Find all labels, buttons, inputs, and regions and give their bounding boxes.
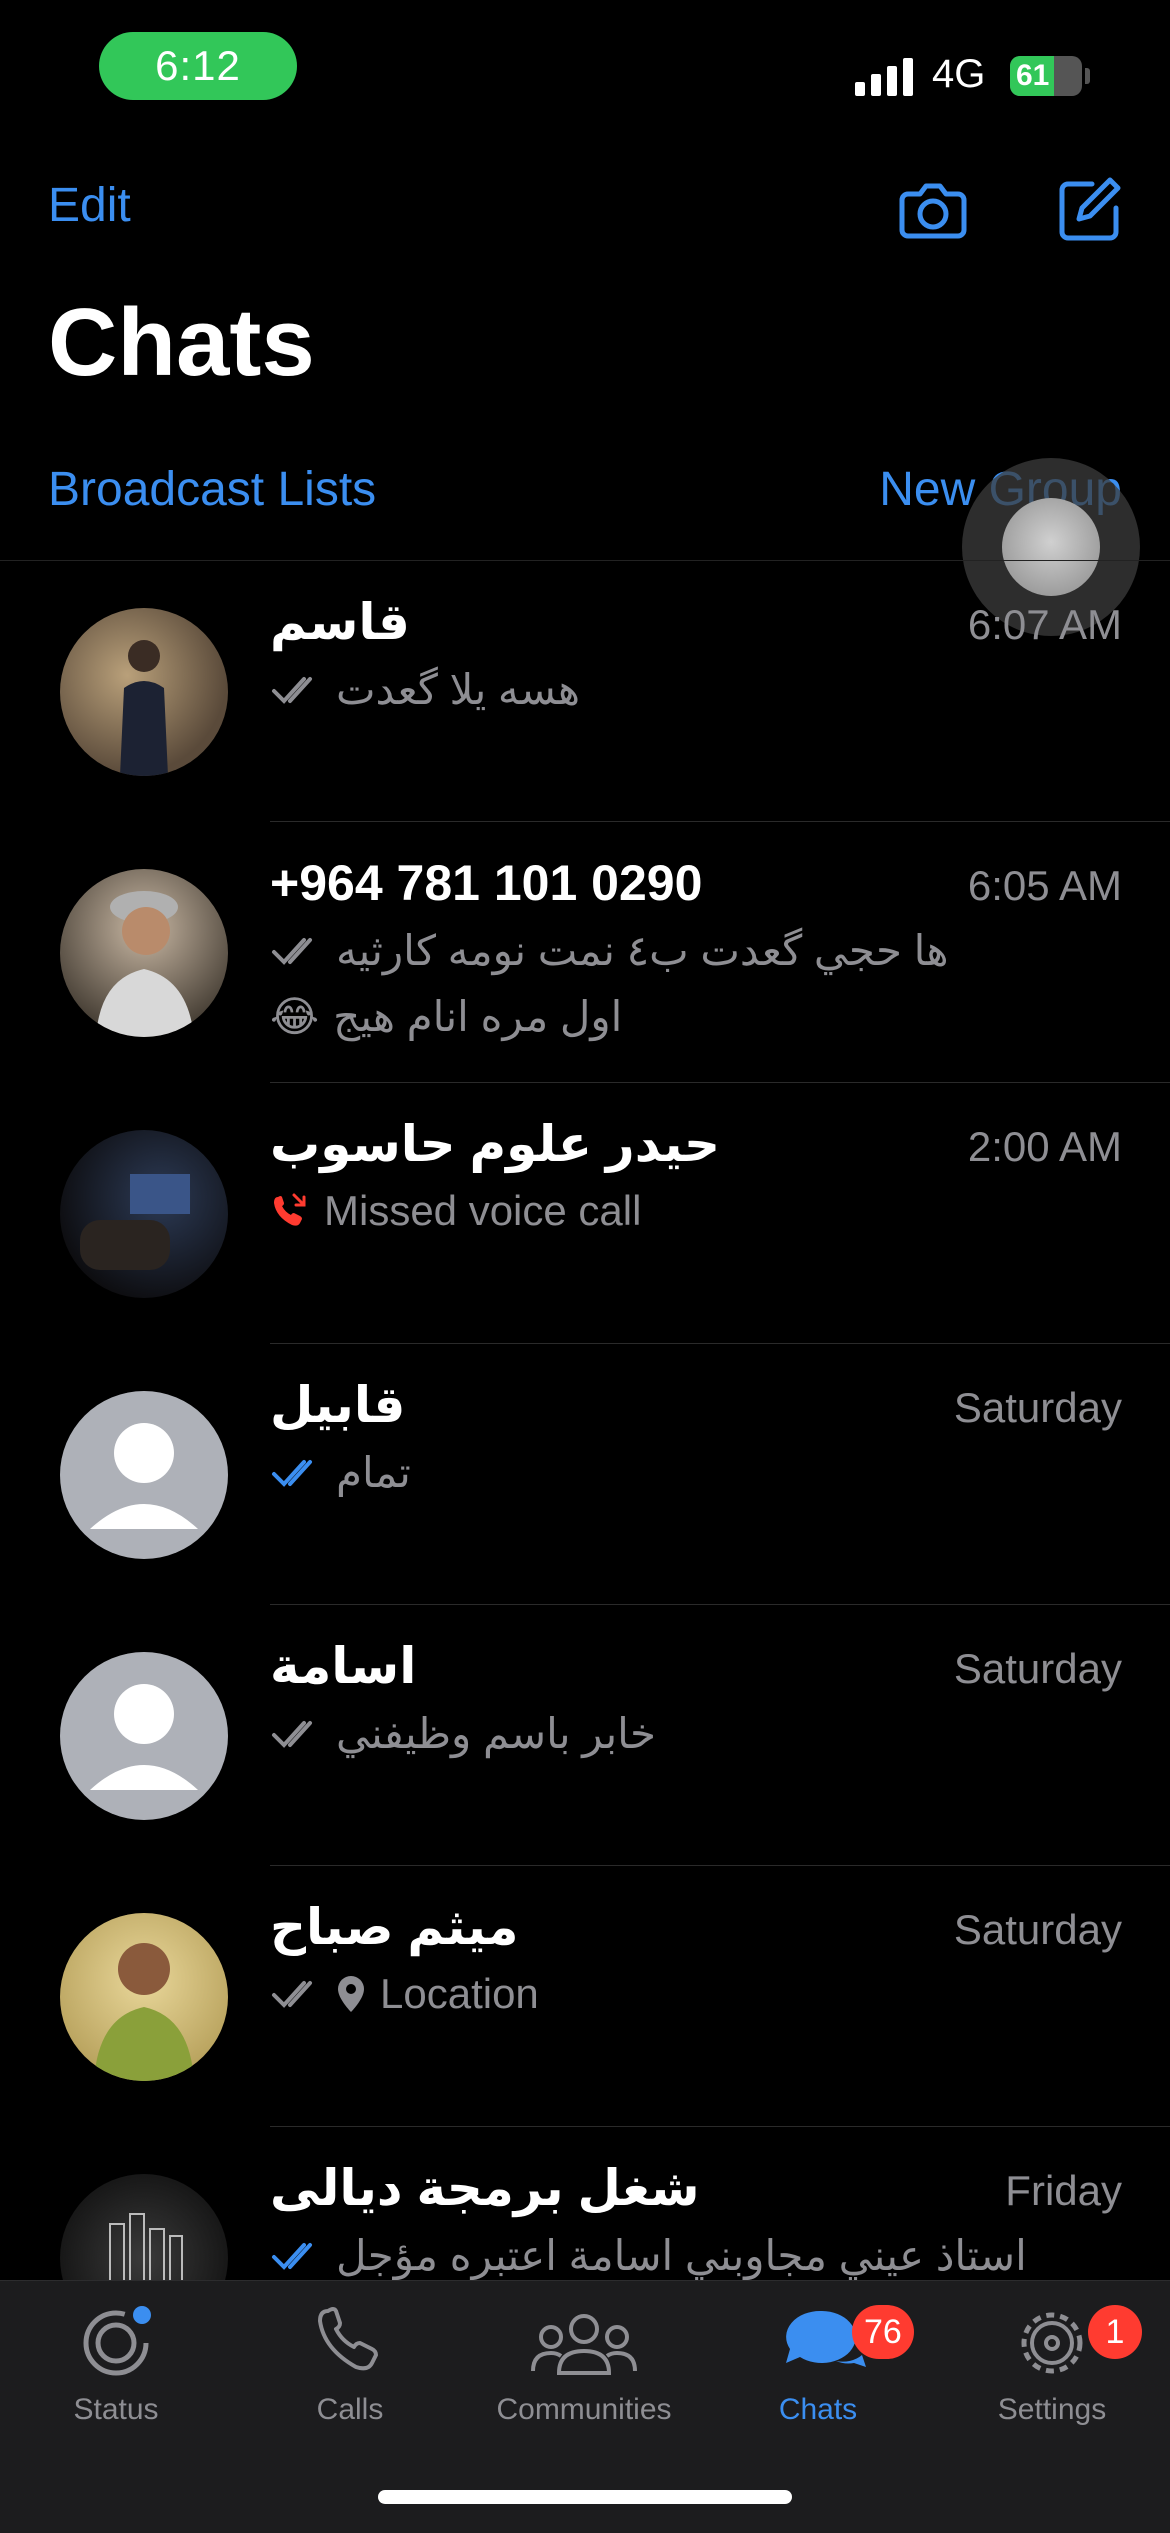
chat-preview-text: تمام <box>336 1449 411 1496</box>
chat-preview-text: Missed voice call <box>324 1187 642 1234</box>
avatar <box>60 1391 228 1559</box>
double-check-icon <box>272 676 312 704</box>
compose-icon[interactable] <box>1052 172 1126 246</box>
avatar <box>60 608 228 776</box>
settings-badge: 1 <box>1088 2305 1142 2359</box>
person-photo-icon <box>96 891 194 1037</box>
tab-label: Chats <box>778 2393 858 2426</box>
double-check-read-icon <box>272 2242 312 2270</box>
default-avatar-icon <box>90 1423 198 1529</box>
chat-preview-text-line2: اول مره انام هيج <box>333 993 623 1040</box>
double-check-icon <box>272 1981 312 2008</box>
chat-name: قابيل <box>270 1377 406 1433</box>
chat-row[interactable]: قاسم 6:07 AM هسه يلا گعدت <box>0 561 1170 822</box>
chat-preview: تمام <box>270 1448 411 1497</box>
network-type: 4G <box>932 52 986 96</box>
missed-call-icon <box>274 1193 306 1226</box>
chat-name: حيدر علوم حاسوب <box>270 1116 721 1172</box>
page-title: Chats <box>48 289 315 396</box>
laughing-emoji: 😂 <box>270 993 320 1040</box>
chat-time: 6:07 AM <box>967 601 1122 648</box>
chat-list: قاسم 6:07 AM هسه يلا گعدت +964 781 101 0… <box>0 561 1170 2388</box>
chat-preview: خابر باسم وظيفني <box>270 1709 656 1758</box>
chat-row[interactable]: اسامة Saturday خابر باسم وظيفني <box>0 1605 1170 1866</box>
avatar <box>60 869 228 1037</box>
chat-preview: Missed voice call <box>270 1187 641 1235</box>
chat-time: Saturday <box>953 1906 1122 1953</box>
person-photo-icon <box>120 640 168 776</box>
chat-name: اسامة <box>270 1638 417 1694</box>
chat-name: ميثم صباح <box>270 1899 519 1955</box>
default-avatar-icon <box>90 1684 198 1790</box>
status-time-pill[interactable]: 6:12 <box>99 32 297 100</box>
cellular-signal-icon <box>855 58 913 96</box>
phone-icon <box>318 2307 378 2371</box>
chat-time: Friday <box>1005 2167 1122 2214</box>
chat-preview-text: هسه يلا گعدت <box>336 666 581 713</box>
battery-icon: 61 <box>1010 56 1082 96</box>
chat-name: قاسم <box>270 594 410 650</box>
tab-settings[interactable]: Settings 1 <box>952 2301 1152 2427</box>
tab-label: Status <box>73 2393 159 2426</box>
chat-preview: هسه يلا گعدت <box>270 665 580 714</box>
double-check-icon <box>272 1720 312 1748</box>
double-check-icon <box>272 937 312 965</box>
home-indicator[interactable] <box>378 2490 792 2504</box>
avatar <box>60 1130 228 1298</box>
gear-icon <box>1021 2312 1083 2374</box>
battery-percent: 61 <box>1016 59 1050 92</box>
chat-preview-text: استاذ عيني مجاوبني اسامة اعتبره مؤجل <box>336 2232 1027 2279</box>
chat-preview: استاذ عيني مجاوبني اسامة اعتبره مؤجل <box>270 2231 1027 2280</box>
broadcast-lists-button[interactable]: Broadcast Lists <box>48 462 376 517</box>
chat-preview-line2: 😂 اول مره انام هيج <box>270 992 622 1041</box>
chat-row[interactable]: حيدر علوم حاسوب 2:00 AM Missed voice cal… <box>0 1083 1170 1344</box>
tab-label: Communities <box>496 2393 672 2426</box>
computer-photo-icon <box>80 1174 190 1270</box>
avatar <box>60 1913 228 2081</box>
chat-time: 6:05 AM <box>967 862 1122 909</box>
chat-preview-text: ها حجي گعدت ب٤ نمت نومه كارثيه <box>336 927 949 974</box>
chat-row[interactable]: قابيل Saturday تمام <box>0 1344 1170 1605</box>
tab-label: Calls <box>316 2393 384 2426</box>
tab-communities[interactable]: Communities <box>484 2301 684 2427</box>
location-pin-icon <box>338 1976 364 2012</box>
chat-row[interactable]: +964 781 101 0290 6:05 AM ها حجي گعدت ب٤… <box>0 822 1170 1083</box>
chat-name: شغل برمجة ديالى <box>270 2160 700 2216</box>
chat-name: +964 781 101 0290 <box>270 855 703 911</box>
chat-time: 2:00 AM <box>967 1123 1122 1170</box>
tab-status[interactable]: Status <box>16 2301 216 2427</box>
chat-preview: ها حجي گعدت ب٤ نمت نومه كارثيه <box>270 926 949 975</box>
camera-icon[interactable] <box>896 172 970 246</box>
avatar <box>60 1652 228 1820</box>
chat-preview-text: خابر باسم وظيفني <box>336 1710 656 1757</box>
edit-button[interactable]: Edit <box>48 178 131 233</box>
chat-preview: Location <box>270 1970 539 2018</box>
tab-label: Settings <box>997 2393 1107 2426</box>
person-photo-icon <box>94 1943 194 2081</box>
chat-preview-text: Location <box>380 1970 539 2017</box>
communities-icon <box>531 2314 637 2375</box>
chats-unread-badge: 76 <box>852 2305 914 2359</box>
battery-nub <box>1085 68 1090 84</box>
chat-row[interactable]: ميثم صباح Saturday Location <box>0 1866 1170 2127</box>
status-icon <box>83 2306 151 2376</box>
tab-calls[interactable]: Calls <box>250 2301 450 2427</box>
chat-time: Saturday <box>953 1645 1122 1692</box>
tab-chats[interactable]: Chats 76 <box>718 2301 918 2427</box>
double-check-read-icon <box>272 1459 312 1487</box>
chat-time: Saturday <box>953 1384 1122 1431</box>
status-time: 6:12 <box>155 42 241 89</box>
